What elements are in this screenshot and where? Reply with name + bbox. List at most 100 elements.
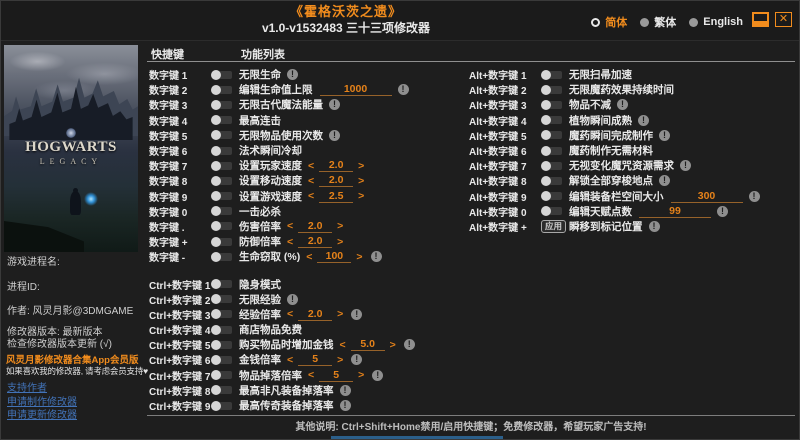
- toggle-switch[interactable]: [211, 400, 232, 411]
- close-icon[interactable]: ✕: [775, 12, 792, 27]
- spinner-value[interactable]: 2.0: [298, 235, 333, 249]
- check-update-link[interactable]: 检查修改器版本更新 (√): [7, 335, 112, 350]
- minimize-icon[interactable]: [752, 12, 769, 27]
- toggle-switch[interactable]: [211, 175, 232, 186]
- toggle-switch[interactable]: [211, 206, 232, 217]
- control-slot: [211, 191, 239, 202]
- value-input[interactable]: 1000: [319, 83, 392, 97]
- toggle-switch[interactable]: [211, 221, 232, 232]
- toggle-switch[interactable]: [211, 69, 232, 80]
- toggle-switch[interactable]: [541, 130, 562, 141]
- decrement-arrow-icon[interactable]: <: [285, 236, 295, 248]
- toggle-knob: [211, 279, 221, 290]
- value-input[interactable]: 300: [670, 190, 743, 203]
- toggle-switch[interactable]: [541, 115, 562, 126]
- request-update-link[interactable]: 申请更新修改器: [7, 406, 77, 421]
- decrement-arrow-icon[interactable]: <: [306, 175, 316, 187]
- trainer-row: 数字键 9 设置游戏速度 < 2.5 >: [149, 189, 467, 204]
- function-label: 无限经验: [239, 293, 281, 306]
- toggle-knob: [211, 160, 221, 171]
- increment-arrow-icon[interactable]: >: [335, 354, 345, 366]
- toggle-switch[interactable]: [211, 84, 232, 95]
- toggle-switch[interactable]: [211, 99, 232, 110]
- decrement-arrow-icon[interactable]: <: [285, 308, 295, 320]
- toggle-switch[interactable]: [541, 175, 562, 186]
- control-slot: 应用: [541, 219, 569, 234]
- hotkey-list-right: Alt+数字键 1 无限扫帚加速 Alt+数字键 2 无限魔药效果持续时间 Al…: [469, 67, 799, 234]
- value-input[interactable]: 99: [639, 205, 711, 218]
- trainer-row: Alt+数字键 4 植物瞬间成熟 !: [469, 113, 799, 128]
- apply-button[interactable]: 应用: [541, 219, 567, 234]
- toggle-switch[interactable]: [211, 324, 232, 335]
- spinner-value[interactable]: 2.5: [319, 190, 354, 203]
- toggle-switch[interactable]: [211, 251, 232, 262]
- language-option-english[interactable]: English: [689, 16, 743, 28]
- toggle-switch[interactable]: [541, 191, 562, 202]
- function-label: 编辑装备栏空间大小: [569, 190, 664, 203]
- toggle-switch[interactable]: [211, 115, 232, 126]
- toggle-switch[interactable]: [211, 145, 232, 156]
- increment-arrow-icon[interactable]: >: [356, 190, 366, 202]
- control-slot: [211, 160, 239, 171]
- toggle-switch[interactable]: [541, 69, 562, 80]
- toggle-switch[interactable]: [211, 130, 232, 141]
- toggle-switch[interactable]: [211, 339, 232, 350]
- decrement-arrow-icon[interactable]: <: [306, 369, 316, 381]
- control-slot: [211, 69, 239, 80]
- toggle-switch[interactable]: [541, 84, 562, 95]
- decrement-arrow-icon[interactable]: <: [306, 190, 316, 202]
- increment-arrow-icon[interactable]: >: [356, 175, 366, 187]
- increment-arrow-icon[interactable]: >: [354, 251, 364, 263]
- decrement-arrow-icon[interactable]: <: [304, 251, 314, 263]
- trainer-row: Ctrl+数字键 3 经验倍率 < 2.0 > !: [149, 307, 467, 322]
- spinner-value[interactable]: 2.0: [319, 159, 354, 173]
- toggle-switch[interactable]: [211, 191, 232, 202]
- increment-arrow-icon[interactable]: >: [335, 308, 345, 320]
- toggle-switch[interactable]: [211, 160, 232, 171]
- increment-arrow-icon[interactable]: >: [356, 160, 366, 172]
- toggle-knob: [541, 84, 551, 95]
- toggle-switch[interactable]: [211, 294, 232, 305]
- toggle-knob: [211, 175, 221, 186]
- spinner-value[interactable]: 5.0: [350, 338, 385, 352]
- warning-icon: !: [638, 114, 649, 126]
- spinner-value[interactable]: 2.0: [319, 174, 354, 188]
- toggle-switch[interactable]: [211, 385, 232, 396]
- decrement-arrow-icon[interactable]: <: [285, 220, 295, 232]
- control-slot: [211, 251, 239, 262]
- decrement-arrow-icon[interactable]: <: [306, 160, 316, 172]
- language-option-simplified[interactable]: 简体: [591, 14, 627, 30]
- toggle-switch[interactable]: [541, 99, 562, 110]
- increment-arrow-icon[interactable]: >: [388, 339, 398, 351]
- control-slot: [541, 130, 569, 141]
- toggle-switch[interactable]: [211, 236, 232, 247]
- toggle-switch[interactable]: [211, 279, 232, 290]
- language-option-traditional[interactable]: 繁体: [640, 14, 676, 30]
- spinner-value[interactable]: 100: [317, 250, 352, 264]
- toggle-switch[interactable]: [541, 160, 562, 171]
- support-author-link[interactable]: 支持作者: [7, 379, 47, 394]
- value-spinner: < 5 >: [306, 369, 366, 382]
- trainer-row: 数字键 4 最高连击: [149, 113, 467, 128]
- toggle-switch[interactable]: [211, 309, 232, 320]
- toggle-switch[interactable]: [211, 354, 232, 365]
- increment-arrow-icon[interactable]: >: [335, 236, 345, 248]
- function-label: 一击必杀: [239, 205, 281, 218]
- spinner-value[interactable]: 5: [319, 369, 354, 382]
- spinner-value[interactable]: 2.0: [298, 308, 333, 321]
- decrement-arrow-icon[interactable]: <: [285, 354, 295, 366]
- ad-strip: [331, 436, 503, 439]
- control-slot: [211, 385, 239, 396]
- control-slot: [211, 236, 239, 247]
- increment-arrow-icon[interactable]: >: [356, 369, 366, 381]
- spinner-value[interactable]: 2.0: [298, 220, 333, 233]
- hotkey-label: Alt+数字键 4: [469, 116, 527, 128]
- toggle-switch[interactable]: [541, 206, 562, 217]
- toggle-switch[interactable]: [541, 145, 562, 156]
- function-column-header: 功能列表: [241, 49, 285, 61]
- decrement-arrow-icon[interactable]: <: [338, 339, 348, 351]
- language-label: 繁体: [654, 17, 677, 29]
- toggle-switch[interactable]: [211, 370, 232, 381]
- increment-arrow-icon[interactable]: >: [335, 220, 345, 232]
- spinner-value[interactable]: 5: [298, 353, 333, 367]
